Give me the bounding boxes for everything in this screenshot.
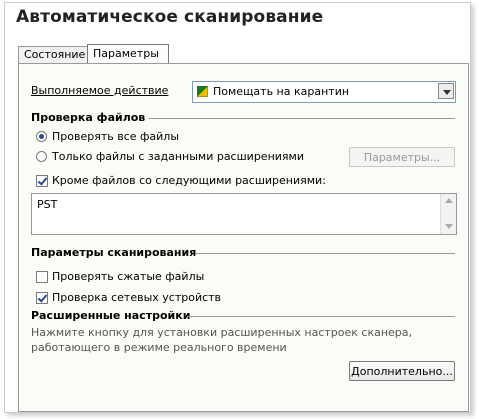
action-select-value: Помещать на карантин <box>213 85 350 98</box>
scroll-down-icon[interactable] <box>445 224 453 229</box>
tab-parameters[interactable]: Параметры <box>87 44 169 64</box>
chevron-down-icon[interactable] <box>438 83 454 99</box>
scroll-up-icon[interactable] <box>445 198 453 203</box>
radio-ext-files[interactable] <box>36 151 47 162</box>
textarea-scrollbar[interactable] <box>440 194 456 234</box>
network-devices-label: Проверка сетевых устройств <box>52 291 222 304</box>
radio-all-files[interactable] <box>36 131 47 142</box>
file-check-heading: Проверка файлов <box>31 111 146 124</box>
params-button[interactable]: Параметры... <box>349 147 455 167</box>
advanced-button[interactable]: Дополнительно... <box>349 361 455 381</box>
compressed-files-label: Проверять сжатые файлы <box>52 270 205 283</box>
radio-ext-files-label: Только файлы с заданными расширениями <box>52 150 304 163</box>
action-label: Выполняемое действие <box>31 84 169 97</box>
window-title: Автоматическое сканирование <box>16 7 324 27</box>
network-devices-checkbox[interactable] <box>36 292 48 304</box>
exclude-extensions-checkbox[interactable] <box>36 175 48 187</box>
divider <box>149 118 455 119</box>
tab-panel: Выполняемое действие Помещать на каранти… <box>18 63 469 412</box>
scan-params-heading: Параметры сканирования <box>31 246 197 259</box>
exclude-extensions-input[interactable]: PST <box>31 193 457 235</box>
advanced-description: Нажмите кнопку для установки расширенных… <box>31 326 413 354</box>
compressed-files-checkbox[interactable] <box>36 271 48 283</box>
tab-status[interactable]: Состояние <box>18 46 93 63</box>
exclude-extensions-value: PST <box>37 198 58 211</box>
divider <box>196 253 455 254</box>
action-select[interactable]: Помещать на карантин <box>192 81 456 103</box>
divider <box>187 316 455 317</box>
radio-all-files-label: Проверять все файлы <box>52 130 180 143</box>
advanced-heading: Расширенные настройки <box>31 309 191 322</box>
quarantine-flag-icon <box>197 86 208 97</box>
dialog-window: Автоматическое сканирование Состояние Па… <box>4 2 471 413</box>
exclude-extensions-label: Кроме файлов со следующими расширениями: <box>52 174 326 187</box>
